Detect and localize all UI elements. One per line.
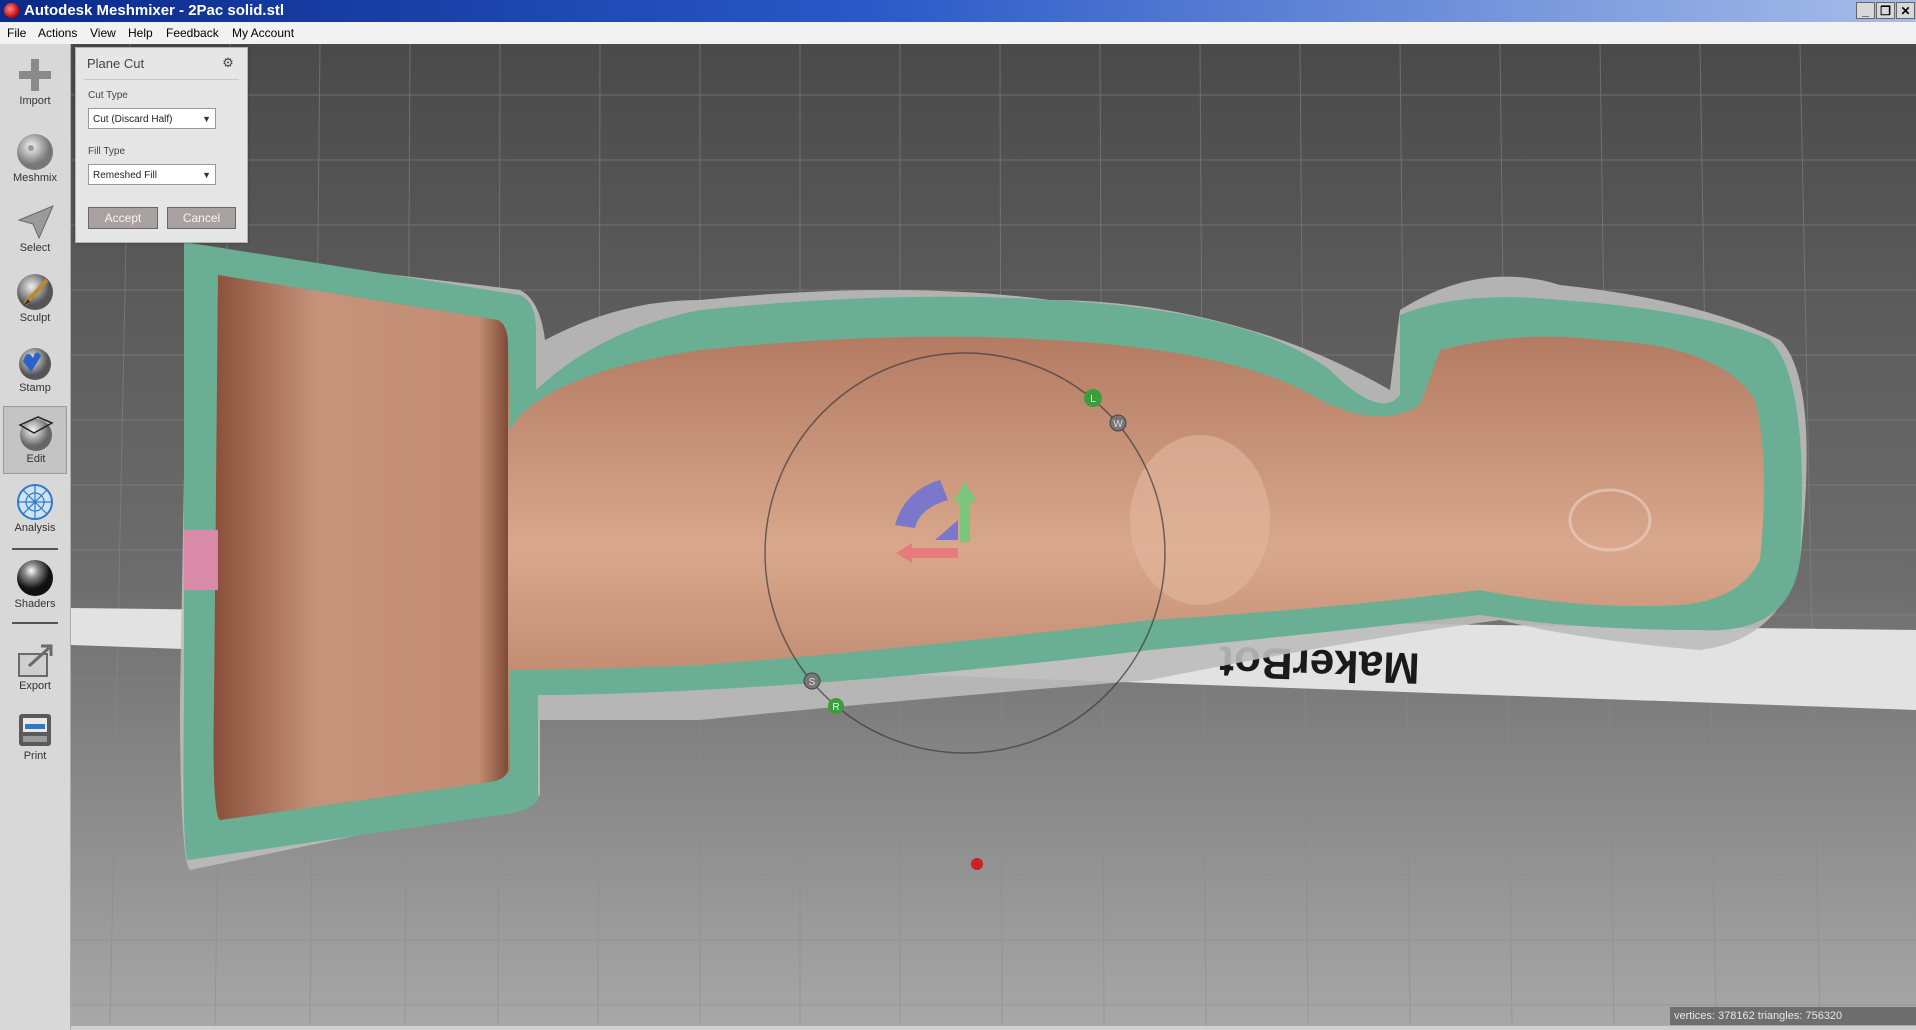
menu-my-account[interactable]: My Account — [232, 22, 294, 44]
menu-actions[interactable]: Actions — [38, 22, 77, 44]
tool-analysis[interactable]: Analysis — [0, 476, 70, 544]
translate-x-handle[interactable] — [910, 548, 958, 558]
tool-label: Meshmix — [12, 172, 57, 184]
brush-icon — [17, 274, 53, 310]
restore-button[interactable]: ❐ — [1876, 2, 1895, 19]
plane-cut-panel: Plane Cut ⚙ Cut Type Cut (Discard Half) … — [75, 47, 248, 243]
tool-sculpt[interactable]: Sculpt — [0, 266, 70, 334]
close-button[interactable]: ✕ — [1896, 2, 1915, 19]
fill-type-value: Remeshed Fill — [93, 170, 157, 181]
tool-edit[interactable]: Edit — [3, 406, 67, 474]
chevron-down-icon: ▼ — [202, 170, 211, 180]
toolbar-divider — [12, 622, 58, 624]
stamp-icon — [19, 348, 51, 380]
minimize-button[interactable]: _ — [1856, 2, 1875, 19]
printer-icon — [19, 714, 51, 746]
window-title: Autodesk Meshmixer - 2Pac solid.stl — [24, 2, 285, 19]
tool-label: Select — [19, 242, 51, 254]
tool-label: Shaders — [14, 598, 56, 610]
meshmix-icon — [17, 134, 53, 170]
fill-type-label: Fill Type — [88, 146, 126, 157]
viewport-scene: MakerBot L W S R — [71, 44, 1916, 1030]
cut-type-label: Cut Type — [88, 90, 128, 101]
translate-y-handle[interactable] — [960, 500, 970, 542]
plus-icon — [19, 59, 51, 91]
menu-feedback[interactable]: Feedback — [166, 22, 219, 44]
menu-help[interactable]: Help — [128, 22, 153, 44]
title-bar: Autodesk Meshmixer - 2Pac solid.stl _ ❐ … — [0, 0, 1916, 22]
pivot-point[interactable] — [971, 858, 983, 870]
analysis-icon — [17, 484, 53, 520]
mesh-stats: vertices: 378162 triangles: 756320 — [1670, 1007, 1916, 1025]
app-icon — [4, 3, 19, 18]
tool-label: Analysis — [14, 522, 56, 534]
tool-select[interactable]: Select — [0, 196, 70, 264]
tool-label: Sculpt — [19, 312, 51, 324]
chevron-down-icon: ▼ — [202, 114, 211, 124]
handle-r-label: R — [832, 702, 839, 713]
accept-button[interactable]: Accept — [88, 207, 158, 229]
tool-print[interactable]: Print — [0, 704, 70, 772]
menu-file[interactable]: File — [7, 22, 26, 44]
tool-label: Edit — [26, 453, 46, 465]
tool-label: Export — [19, 680, 51, 692]
bottom-strip — [71, 1026, 1916, 1030]
toolbar-divider — [12, 548, 58, 550]
edit-icon — [18, 416, 54, 451]
tool-sidebar: Import Meshmix Select Sculpt Stamp Edit … — [0, 44, 71, 1030]
gear-icon[interactable]: ⚙ — [221, 56, 235, 70]
handle-l-label: L — [1090, 394, 1096, 405]
export-icon — [18, 644, 53, 677]
model-base — [213, 275, 508, 820]
tool-label: Stamp — [19, 382, 51, 394]
cut-edge-marker — [184, 530, 218, 590]
tool-stamp[interactable]: Stamp — [0, 336, 70, 404]
cut-type-value: Cut (Discard Half) — [93, 114, 173, 125]
panel-title: Plane Cut — [87, 56, 145, 71]
arrow-cursor-icon — [17, 205, 54, 240]
tool-export[interactable]: Export — [0, 634, 70, 702]
tool-label: Import — [19, 95, 51, 107]
handle-s-label: S — [809, 677, 816, 688]
fill-type-select[interactable]: Remeshed Fill ▼ — [88, 164, 216, 185]
cancel-button[interactable]: Cancel — [167, 207, 236, 229]
model-highlight — [1130, 435, 1270, 605]
tool-label: Print — [23, 750, 47, 762]
menu-view[interactable]: View — [90, 22, 116, 44]
panel-divider — [84, 79, 239, 80]
tool-import[interactable]: Import — [0, 49, 70, 117]
handle-w-label: W — [1113, 419, 1123, 430]
tool-shaders[interactable]: Shaders — [0, 552, 70, 620]
menu-bar: File Actions View Help Feedback My Accou… — [0, 22, 1916, 45]
sphere-icon — [17, 560, 53, 596]
tool-meshmix[interactable]: Meshmix — [0, 126, 70, 194]
cut-type-select[interactable]: Cut (Discard Half) ▼ — [88, 108, 216, 129]
3d-viewport[interactable]: MakerBot L W S R — [71, 44, 1916, 1030]
